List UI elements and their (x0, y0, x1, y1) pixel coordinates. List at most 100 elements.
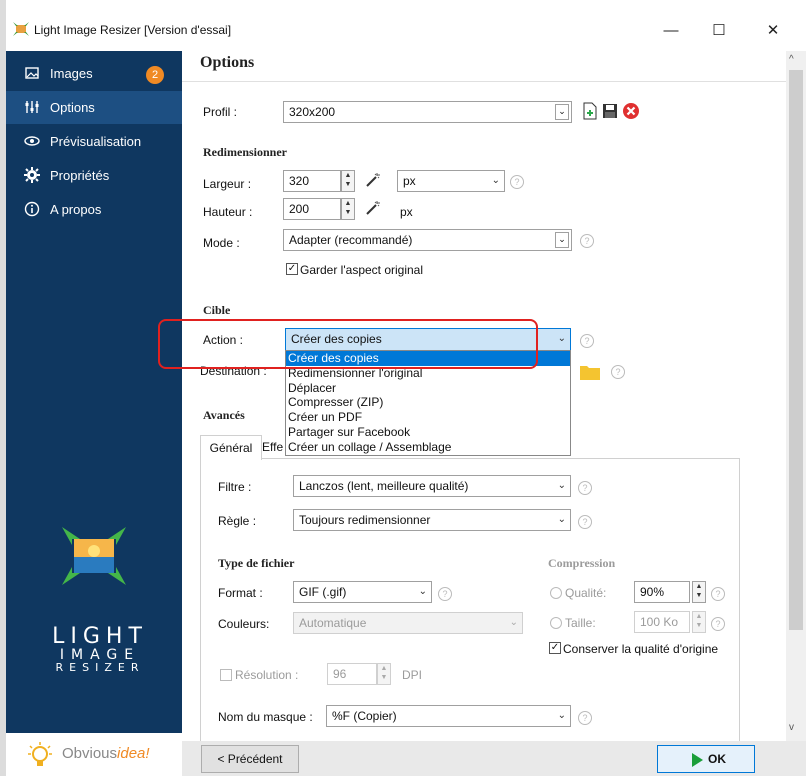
dropdown-option[interactable]: Partager sur Facebook (286, 425, 570, 440)
scroll-down-icon[interactable]: v (789, 722, 794, 733)
mode-label: Mode : (203, 236, 240, 250)
height-label: Hauteur : (203, 205, 253, 219)
size-radio[interactable] (550, 617, 562, 629)
unit-value: px (403, 174, 416, 188)
width-stepper[interactable]: ▲ ▼ (341, 170, 355, 192)
options-icon (24, 99, 40, 115)
chevron-down-icon: ⌄ (557, 710, 566, 721)
rule-select[interactable]: Toujours redimensionner ⌄ (293, 509, 571, 531)
help-icon[interactable]: ? (510, 175, 524, 189)
lightbulb-icon (28, 742, 52, 771)
height-value: 200 (289, 202, 310, 216)
resize-heading: Redimensionner (203, 145, 287, 159)
app-icon (13, 22, 29, 36)
dropdown-option[interactable]: Compresser (ZIP) (286, 395, 570, 410)
mask-select[interactable]: %F (Copier) ⌄ (326, 705, 571, 727)
size-label: Taille: (565, 616, 596, 630)
logo-line-resizer: RESIZER (55, 661, 145, 674)
quality-input[interactable]: 90% (634, 581, 690, 603)
sidebar-item-properties[interactable]: Propriétés (6, 159, 182, 192)
previous-button[interactable]: < Précédent (201, 745, 299, 773)
ok-button[interactable]: OK (657, 745, 755, 773)
format-select[interactable]: GIF (.gif) ⌄ (293, 581, 432, 603)
size-stepper[interactable]: ▲ ▼ (692, 611, 706, 633)
compression-heading: Compression (548, 556, 616, 570)
sidebar-item-options[interactable]: Options (6, 91, 182, 124)
mask-label: Nom du masque : (218, 710, 313, 724)
help-icon[interactable]: ? (578, 515, 592, 529)
keep-aspect-label: Garder l'aspect original (300, 263, 424, 277)
images-count-badge: 2 (146, 66, 164, 84)
magic-wand-icon[interactable] (364, 200, 382, 219)
obviousidea-brand[interactable]: Obviousidea! (6, 733, 182, 776)
sidebar-item-images[interactable]: Images 2 (6, 57, 182, 90)
sidebar-item-label: A propos (50, 202, 102, 217)
filter-value: Lanczos (lent, meilleure qualité) (299, 479, 469, 493)
resolution-input[interactable]: 96 (327, 663, 377, 685)
sidebar-item-about[interactable]: A propos (6, 193, 182, 226)
delete-profile-icon[interactable] (622, 102, 640, 123)
images-icon (24, 65, 40, 81)
height-stepper[interactable]: ▲ ▼ (341, 198, 355, 220)
close-button[interactable]: ✕ (750, 14, 796, 48)
size-value: 100 Ko (640, 615, 679, 629)
resolution-checkbox[interactable] (220, 669, 232, 681)
folder-icon[interactable] (580, 364, 600, 383)
tab-general[interactable]: Général (200, 435, 262, 460)
width-input[interactable]: 320 (283, 170, 341, 192)
size-input[interactable]: 100 Ko (634, 611, 690, 633)
help-icon[interactable]: ? (578, 711, 592, 725)
scroll-up-icon[interactable]: ^ (789, 54, 794, 65)
help-icon[interactable]: ? (438, 587, 452, 601)
app-logo-icon (62, 527, 126, 585)
help-icon[interactable]: ? (711, 617, 725, 631)
height-input[interactable]: 200 (283, 198, 341, 220)
filter-select[interactable]: Lanczos (lent, meilleure qualité) ⌄ (293, 475, 571, 497)
dropdown-option[interactable]: Déplacer (286, 381, 570, 396)
resolution-unit: DPI (402, 668, 423, 682)
height-unit: px (400, 205, 413, 219)
mode-select[interactable]: Adapter (recommandé) ⌄ (283, 229, 572, 251)
colors-select[interactable]: Automatique ⌄ (293, 612, 523, 634)
help-icon[interactable]: ? (578, 481, 592, 495)
profile-value: 320x200 (289, 105, 336, 119)
quality-radio[interactable] (550, 587, 562, 599)
info-icon (24, 201, 40, 217)
unit-select[interactable]: px ⌄ (397, 170, 505, 192)
chevron-down-icon: ⌄ (418, 586, 427, 597)
magic-wand-icon[interactable] (364, 172, 382, 191)
profile-select[interactable]: 320x200 ⌄ (283, 101, 572, 123)
sidebar-item-label: Propriétés (50, 168, 110, 183)
help-icon[interactable]: ? (580, 234, 594, 248)
eye-icon (24, 133, 40, 149)
quality-label: Qualité: (565, 586, 607, 600)
sidebar-item-label: Options (50, 100, 95, 115)
chevron-down-icon: ⌄ (509, 617, 518, 628)
keep-aspect-checkbox[interactable]: ✓ (286, 263, 298, 275)
header-divider (182, 81, 786, 82)
resolution-stepper[interactable]: ▲ ▼ (377, 663, 391, 685)
help-icon[interactable]: ? (711, 587, 725, 601)
minimize-button[interactable]: — (648, 14, 694, 48)
mode-value: Adapter (recommandé) (289, 233, 413, 247)
dropdown-option[interactable]: Créer un collage / Assemblage (286, 440, 570, 455)
gear-icon (24, 167, 40, 183)
chevron-down-icon: ⌄ (557, 480, 566, 491)
colors-label: Couleurs: (218, 617, 270, 631)
help-icon[interactable]: ? (580, 334, 594, 348)
page-title: Options (200, 54, 255, 71)
sidebar-item-label: Prévisualisation (50, 134, 142, 149)
new-profile-icon[interactable] (582, 102, 598, 123)
save-profile-icon[interactable] (602, 103, 618, 122)
format-value: GIF (.gif) (299, 585, 347, 599)
scrollbar-thumb[interactable] (789, 70, 803, 630)
chevron-down-icon: ⌄ (555, 104, 569, 120)
maximize-button[interactable]: ☐ (696, 14, 742, 48)
keep-quality-checkbox[interactable]: ✓ (549, 642, 561, 654)
sidebar-item-preview[interactable]: Prévisualisation (6, 125, 182, 158)
quality-stepper[interactable]: ▲ ▼ (692, 581, 706, 603)
quality-value: 90% (640, 585, 665, 599)
dropdown-option[interactable]: Créer un PDF (286, 410, 570, 425)
help-icon[interactable]: ? (611, 365, 625, 379)
advanced-heading: Avancés (203, 408, 245, 422)
